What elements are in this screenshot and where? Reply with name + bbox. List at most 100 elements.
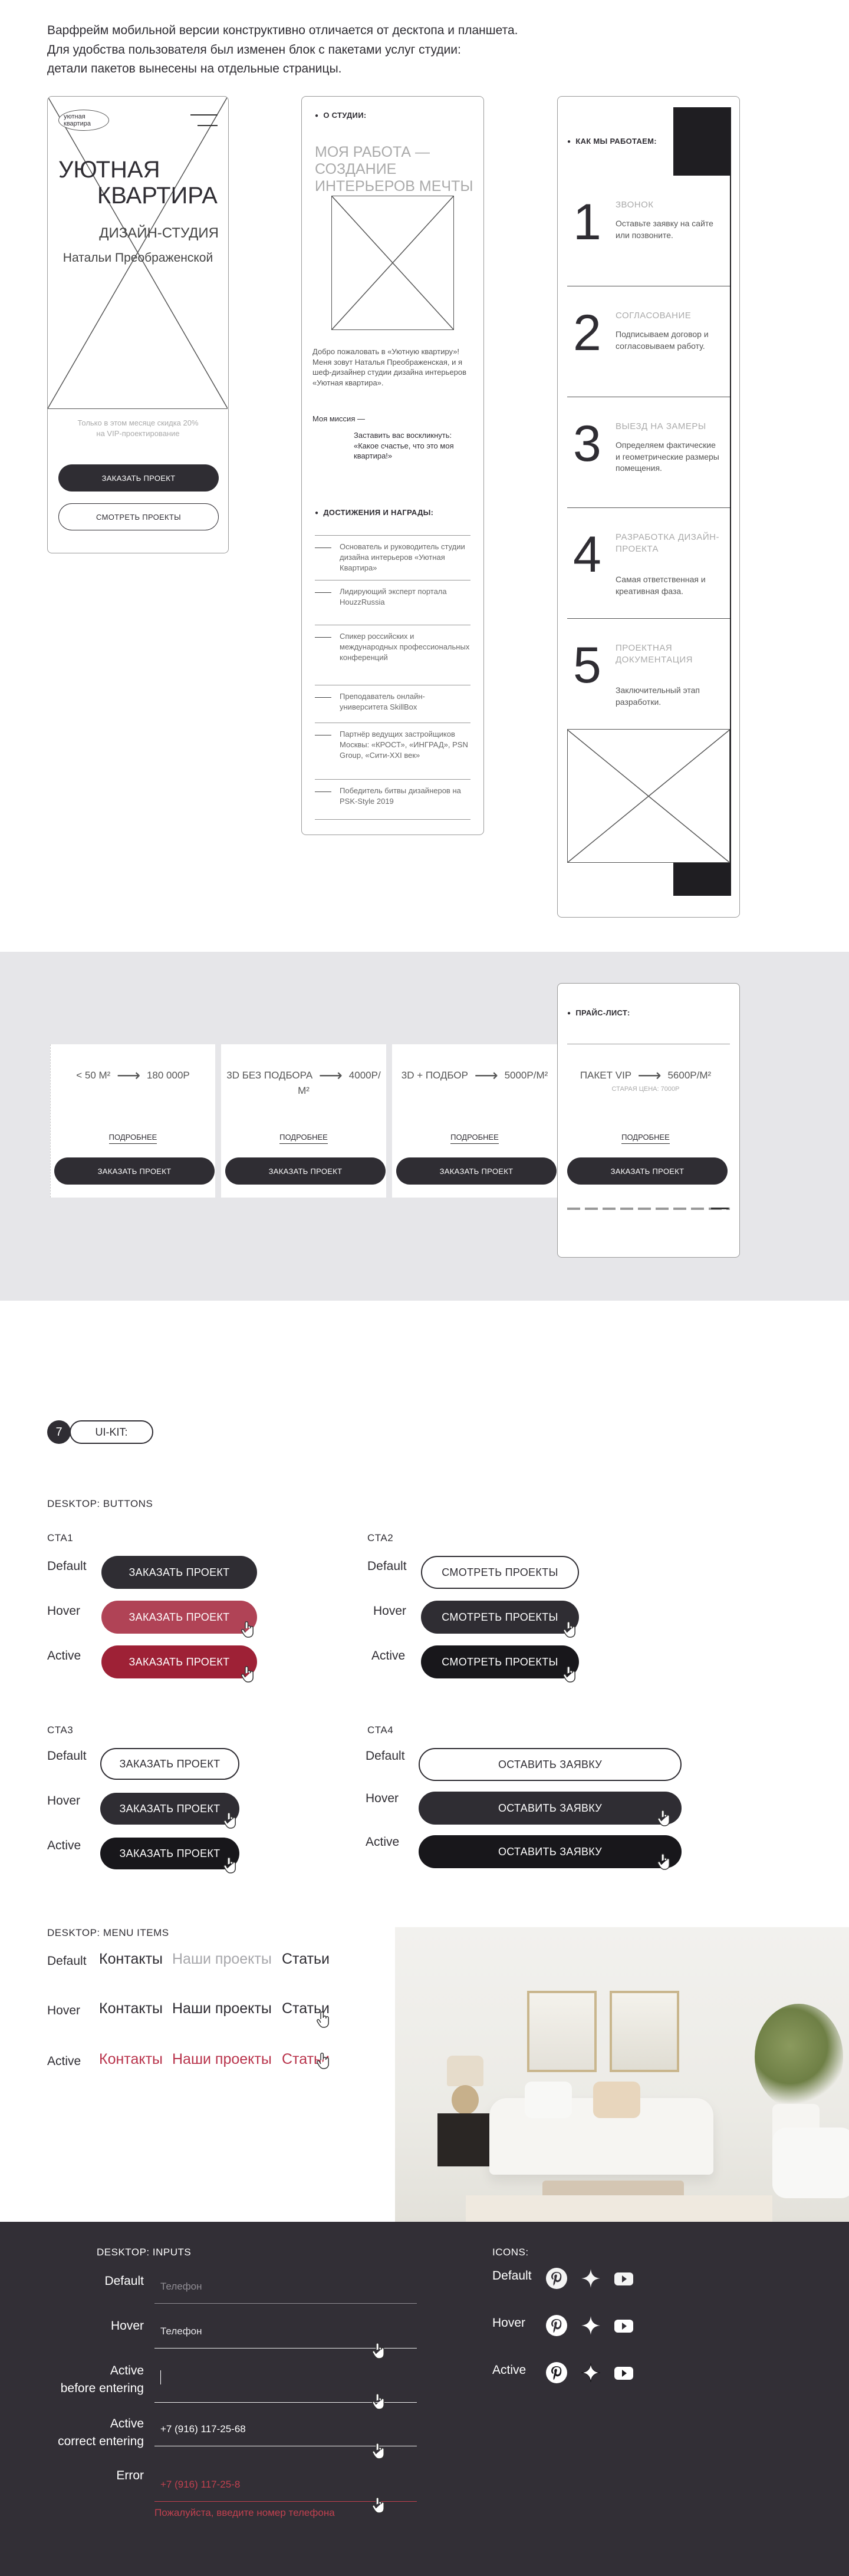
- process-step: 5 ПРОЕКТНАЯ ДОКУМЕНТАЦИЯ Заключительный …: [567, 619, 730, 730]
- hand-cursor-icon: [657, 1810, 670, 1826]
- rug: [466, 2195, 772, 2222]
- award-item: Победитель битвы дизайнеров на PSK-Style…: [315, 779, 470, 807]
- logo[interactable]: уютная квартира: [58, 110, 109, 131]
- phone-input-hover[interactable]: Телефон: [160, 2326, 202, 2337]
- phone-input-default[interactable]: Телефон: [160, 2281, 202, 2293]
- mobile-wireframe-process: КАК МЫ РАБОТАЕМ: 1 ЗВОНОК Оставьте заявк…: [557, 96, 740, 918]
- hand-cursor-icon: [241, 1621, 254, 1638]
- cta2-active-button[interactable]: СМОТРЕТЬ ПРОЕКТЫ: [421, 1645, 579, 1678]
- sparkle-icon[interactable]: [579, 2361, 603, 2384]
- state-label: Hover: [47, 2004, 81, 2017]
- state-label: Active: [492, 2363, 526, 2377]
- order-project-button[interactable]: ЗАКАЗАТЬ ПРОЕКТ: [567, 1157, 728, 1185]
- hand-cursor-icon: [241, 1666, 254, 1683]
- hand-cursor-icon: [372, 2393, 384, 2410]
- sparkle-icon[interactable]: [579, 2314, 603, 2337]
- state-label: Default: [492, 2269, 532, 2283]
- intro-line: Варфрейм мобильной версии конструктивно …: [47, 24, 518, 37]
- input-state-label: Error: [116, 2469, 144, 2482]
- price-label: ПРАЙС-ЛИСТ:: [567, 1008, 630, 1017]
- lamp-base: [452, 2085, 479, 2115]
- state-label: Hover: [366, 1792, 399, 1805]
- arrow-right-icon: ⟶: [117, 1066, 141, 1084]
- cta3-hover-button[interactable]: ЗАКАЗАТЬ ПРОЕКТ: [100, 1793, 239, 1825]
- menu-item-contacts[interactable]: Контакты: [99, 2000, 163, 2017]
- youtube-icon[interactable]: [612, 2267, 636, 2290]
- armchair: [772, 2128, 849, 2198]
- cta3-default-button[interactable]: ЗАКАЗАТЬ ПРОЕКТ: [100, 1748, 239, 1780]
- cta1-title: CTA1: [47, 1532, 74, 1543]
- state-label: Active: [47, 1839, 81, 1852]
- hand-cursor-icon: [563, 1666, 575, 1683]
- input-underline: [154, 2303, 417, 2304]
- menu-item-projects[interactable]: Наши проекты: [172, 1951, 272, 1968]
- phone-input-correct[interactable]: +7 (916) 117-25-68: [160, 2423, 246, 2435]
- more-link[interactable]: ПОДРОБНЕЕ: [221, 1133, 386, 1144]
- lamp: [447, 2056, 483, 2086]
- sparkle-icon[interactable]: [579, 2267, 603, 2290]
- arrow-right-icon: ⟶: [637, 1066, 662, 1084]
- cta4-active-button[interactable]: ОСТАВИТЬ ЗАЯВКУ: [419, 1835, 682, 1868]
- phone-input-error[interactable]: +7 (916) 117-25-8: [160, 2479, 240, 2491]
- state-label: Default: [367, 1559, 407, 1573]
- process-image-placeholder: [567, 730, 730, 863]
- award-item: Лидирующий эксперт портала HouzzRussia: [315, 580, 470, 608]
- hero-subtitle: ДИЗАЙН-СТУДИЯ: [99, 225, 219, 241]
- hand-cursor-icon: [223, 1812, 236, 1829]
- view-projects-button[interactable]: СМОТРЕТЬ ПРОЕКТЫ: [58, 503, 219, 530]
- hand-cursor-icon: [372, 2443, 384, 2459]
- input-state-label: Active correct entering: [58, 2417, 144, 2449]
- cushion: [525, 2082, 572, 2118]
- menu-item-contacts[interactable]: Контакты: [99, 2051, 163, 2068]
- awards-label: ДОСТИЖЕНИЯ И НАГРАДЫ:: [315, 508, 433, 517]
- about-label: О СТУДИИ:: [315, 111, 366, 120]
- cta1-hover-button[interactable]: ЗАКАЗАТЬ ПРОЕКТ: [101, 1601, 257, 1634]
- cta4-hover-button[interactable]: ОСТАВИТЬ ЗАЯВКУ: [419, 1792, 682, 1825]
- pinterest-icon[interactable]: [545, 2314, 568, 2337]
- cta4-title: CTA4: [367, 1724, 394, 1736]
- portrait-image-placeholder: [331, 196, 454, 330]
- section-label-pill: UI-KIT:: [70, 1420, 153, 1444]
- state-label: Default: [366, 1749, 405, 1763]
- youtube-icon[interactable]: [612, 2314, 636, 2337]
- cta2-title: CTA2: [367, 1532, 394, 1543]
- about-heading: МОЯ РАБОТА — СОЗДАНИЕ ИНТЕРЬЕРОВ МЕЧТЫ: [315, 144, 473, 194]
- more-link[interactable]: ПОДРОБНЕЕ: [51, 1133, 215, 1144]
- cushion: [593, 2082, 640, 2118]
- more-link[interactable]: ПОДРОБНЕЕ: [392, 1133, 557, 1144]
- pinterest-icon[interactable]: [545, 2267, 568, 2290]
- intro-line: детали пакетов вынесены на отдельные стр…: [47, 62, 342, 76]
- menu-item-articles[interactable]: Статьи: [282, 1951, 330, 1968]
- burger-menu-icon[interactable]: [190, 114, 218, 127]
- award-item: Основатель и руководитель студии дизайна…: [315, 535, 470, 574]
- hand-cursor-icon: [372, 2343, 384, 2359]
- hand-cursor-icon: [657, 1853, 670, 1870]
- cta3-active-button[interactable]: ЗАКАЗАТЬ ПРОЕКТ: [100, 1838, 239, 1869]
- inputs-title: DESKTOP: INPUTS: [97, 2247, 192, 2258]
- process-step: 1 ЗВОНОК Оставьте заявку на сайте или по…: [567, 176, 730, 286]
- cta4-default-button[interactable]: ОСТАВИТЬ ЗАЯВКУ: [419, 1748, 682, 1781]
- order-project-button[interactable]: ЗАКАЗАТЬ ПРОЕКТ: [396, 1157, 557, 1185]
- cta2-hover-button[interactable]: СМОТРЕТЬ ПРОЕКТЫ: [421, 1601, 579, 1634]
- more-link[interactable]: ПОДРОБНЕЕ: [563, 1133, 728, 1144]
- hand-cursor-icon: [563, 1621, 575, 1638]
- state-label: Active: [47, 1649, 81, 1663]
- menu-item-projects[interactable]: Наши проекты: [172, 2000, 272, 2017]
- order-project-button[interactable]: ЗАКАЗАТЬ ПРОЕКТ: [58, 464, 219, 492]
- state-label: Hover: [47, 1794, 81, 1808]
- menu-item-contacts[interactable]: Контакты: [99, 1951, 163, 1968]
- state-label: Hover: [47, 1604, 81, 1618]
- state-label: Default: [47, 1749, 87, 1763]
- cta2-default-button[interactable]: СМОТРЕТЬ ПРОЕКТЫ: [421, 1556, 579, 1589]
- state-label: Active: [366, 1835, 400, 1849]
- input-state-label: Hover: [110, 2319, 144, 2333]
- youtube-icon[interactable]: [612, 2361, 636, 2384]
- pinterest-icon[interactable]: [545, 2361, 568, 2384]
- cta1-active-button[interactable]: ЗАКАЗАТЬ ПРОЕКТ: [101, 1645, 257, 1678]
- menu-item-projects[interactable]: Наши проекты: [172, 2051, 272, 2068]
- order-project-button[interactable]: ЗАКАЗАТЬ ПРОЕКТ: [225, 1157, 386, 1185]
- input-state-label: Active before entering: [60, 2364, 144, 2396]
- cta1-default-button[interactable]: ЗАКАЗАТЬ ПРОЕКТ: [101, 1556, 257, 1589]
- order-project-button[interactable]: ЗАКАЗАТЬ ПРОЕКТ: [54, 1157, 215, 1185]
- state-label: Hover: [492, 2316, 526, 2330]
